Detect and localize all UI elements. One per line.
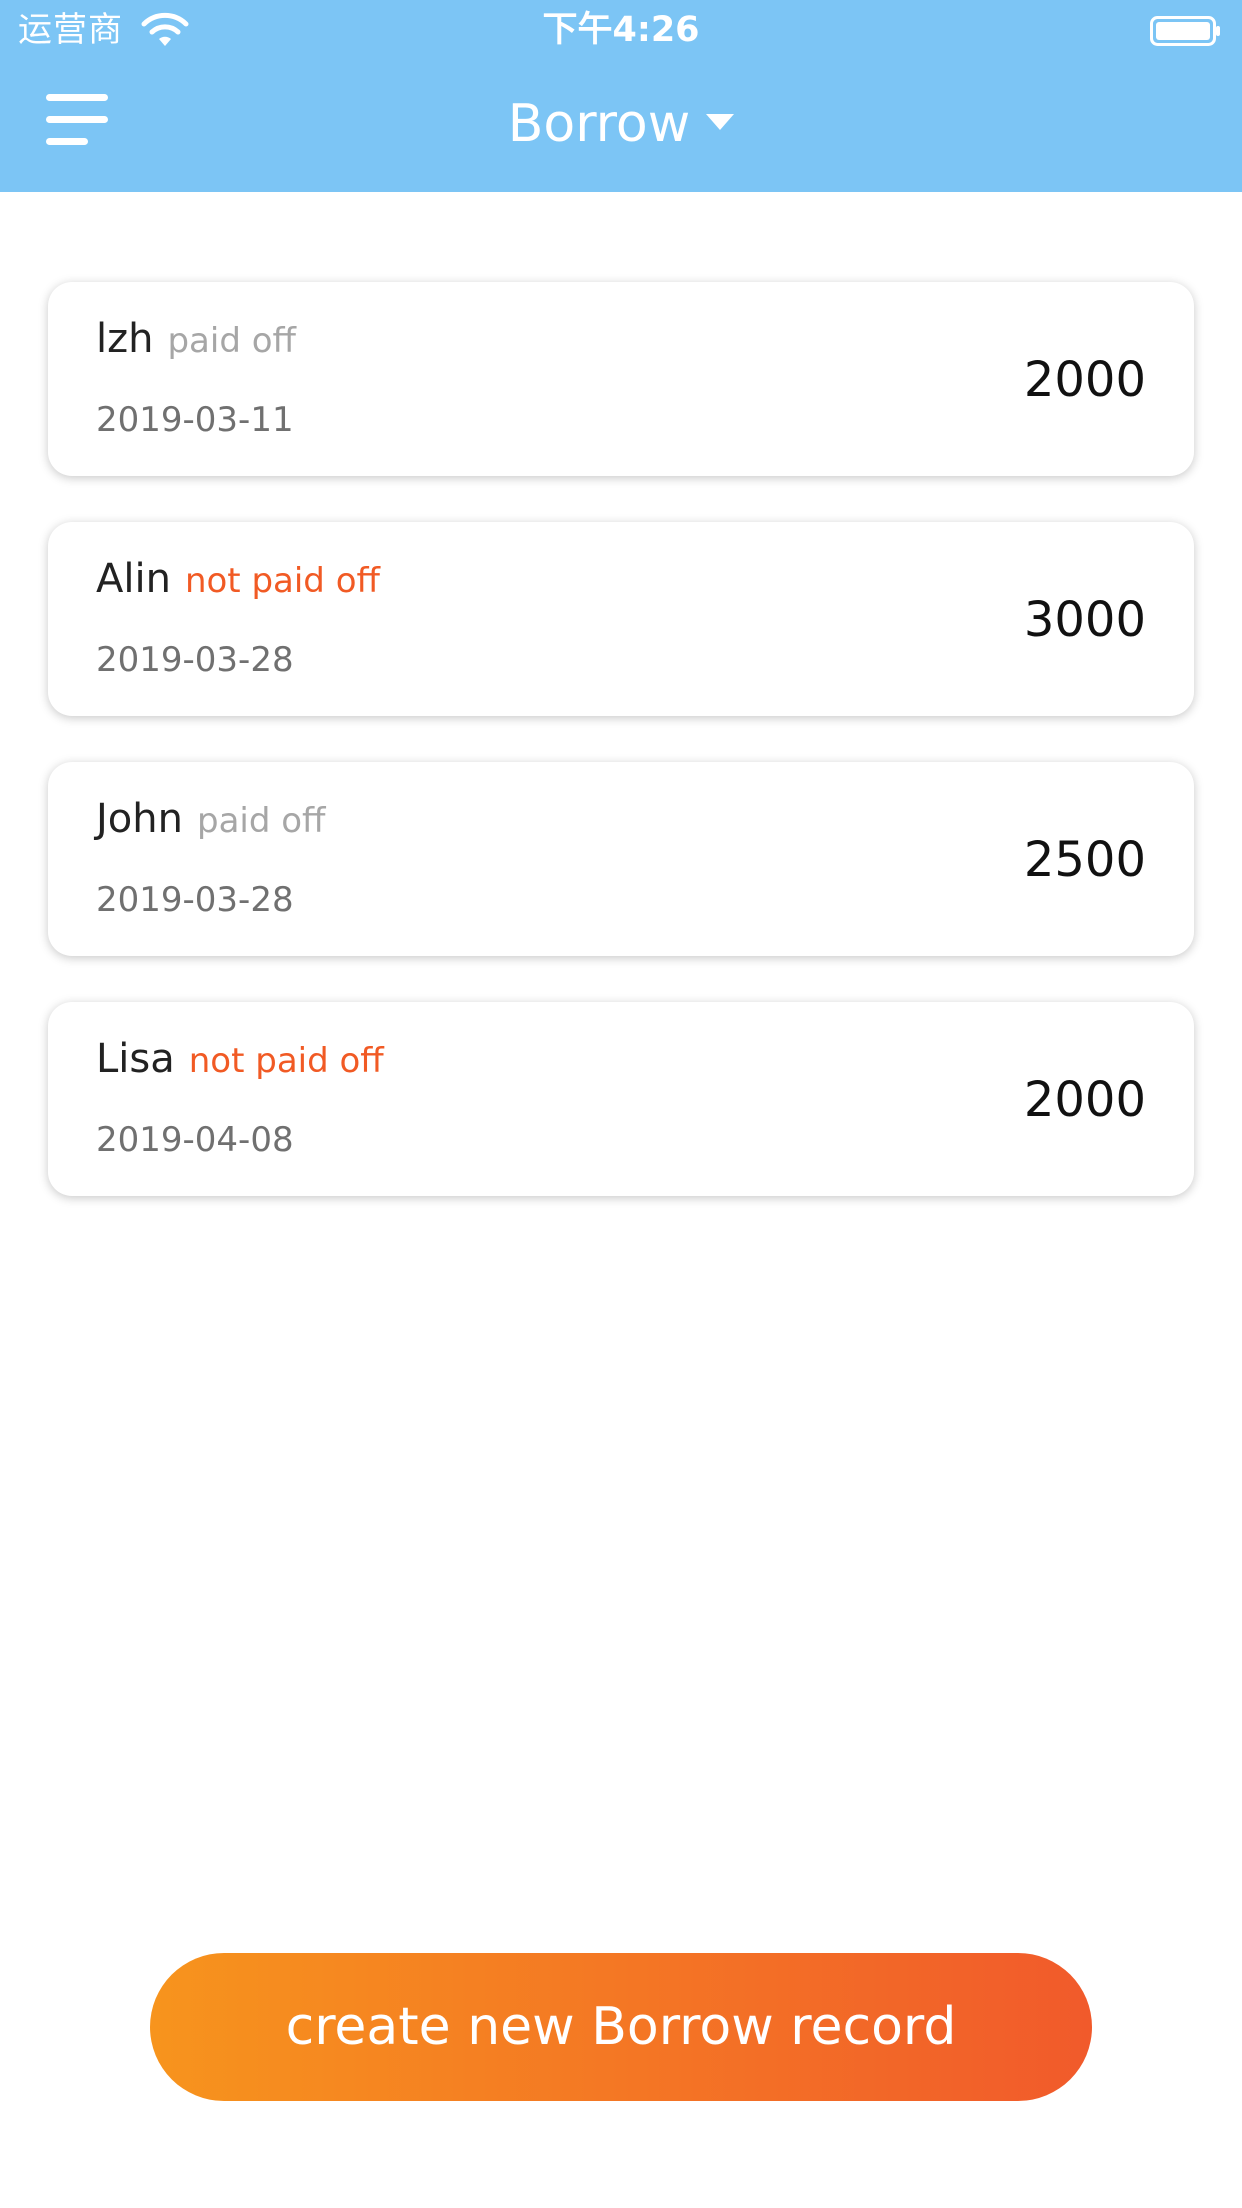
record-status: paid off (167, 321, 296, 361)
caret-down-icon (706, 114, 735, 130)
record-status: paid off (196, 801, 326, 841)
record-card[interactable]: lzh paid off 2019-03-11 2000 (48, 282, 1194, 476)
record-date: 2019-03-28 (96, 640, 294, 680)
record-amount: 2500 (1023, 832, 1146, 888)
record-card[interactable]: Lisa not paid off 2019-04-08 2000 (48, 1002, 1194, 1196)
create-record-button[interactable]: create new Borrow record (150, 1953, 1092, 2101)
record-date: 2019-04-08 (96, 1120, 294, 1160)
record-date: 2019-03-28 (96, 880, 294, 920)
record-amount: 2000 (1023, 1072, 1146, 1128)
battery-icon (1150, 16, 1220, 46)
record-header: Alin not paid off (96, 554, 380, 606)
record-date: 2019-03-11 (96, 400, 294, 440)
status-bar: 运营商 下午4:26 (0, 0, 1242, 60)
record-header: Lisa not paid off (96, 1034, 384, 1086)
nav-bar: Borrow (0, 60, 1242, 192)
record-name: lzh (96, 316, 154, 362)
record-header: John paid off (96, 794, 325, 846)
record-name: Alin (96, 556, 171, 602)
page-title: Borrow (507, 94, 691, 154)
record-name: John (96, 796, 183, 842)
record-status: not paid off (188, 1041, 384, 1081)
record-status: not paid off (184, 561, 380, 601)
record-name: Lisa (96, 1036, 175, 1082)
app-header: 运营商 下午4:26 Borrow (0, 0, 1242, 192)
status-time: 下午4:26 (542, 10, 700, 50)
title-dropdown[interactable]: Borrow (0, 92, 1242, 156)
record-card[interactable]: Alin not paid off 2019-03-28 3000 (48, 522, 1194, 716)
record-card[interactable]: John paid off 2019-03-28 2500 (48, 762, 1194, 956)
record-amount: 3000 (1023, 592, 1146, 648)
record-amount: 2000 (1023, 352, 1146, 408)
borrow-record-list: lzh paid off 2019-03-11 2000 Alin not paid… (48, 282, 1194, 1242)
record-header: lzh paid off (96, 314, 296, 366)
